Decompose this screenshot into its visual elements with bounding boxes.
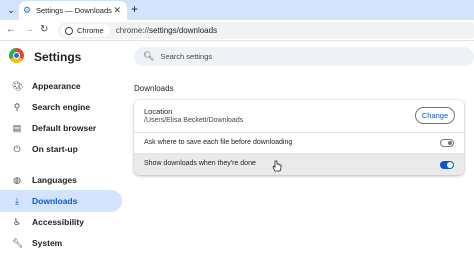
sidebar-item-label: Downloads: [32, 196, 78, 206]
back-arrow-icon[interactable]: ←: [6, 24, 16, 36]
tab-strip: ⌄ ⚙ Settings — Downloads ✕ +: [0, 0, 474, 20]
sidebar-item-system[interactable]: 🔧︎ System: [0, 232, 122, 254]
sidebar-item-label: Search engine: [32, 102, 91, 112]
section-title: Downloads: [134, 84, 174, 93]
location-path: /Users/Elisa Beckett/Downloads: [144, 117, 244, 124]
ask-where-label: Ask where to save each file before downl…: [144, 139, 293, 146]
ask-where-row[interactable]: Ask where to save each file before downl…: [134, 132, 464, 153]
site-info-label: Chrome: [77, 26, 104, 35]
forward-arrow-icon[interactable]: →: [24, 24, 34, 36]
show-when-done-row[interactable]: Show downloads when they're done: [134, 153, 464, 175]
sidebar-item-label: Languages: [32, 175, 77, 185]
search-settings-input[interactable]: 🔍︎ Search settings: [134, 47, 474, 66]
tab-settings-downloads[interactable]: ⚙ Settings — Downloads ✕: [19, 1, 127, 20]
close-icon[interactable]: ✕: [113, 5, 121, 15]
sidebar-item-search-engine[interactable]: ⚲ Search engine: [0, 96, 122, 118]
tab-title: Settings — Downloads: [36, 6, 112, 15]
search-icon: ⚲: [13, 102, 21, 112]
sidebar-item-label: Appearance: [32, 81, 81, 91]
address-bar[interactable]: Chrome chrome://settings/downloads: [58, 22, 474, 39]
show-when-done-label: Show downloads when they're done: [144, 160, 256, 167]
url-scheme: chrome://: [115, 26, 150, 35]
gear-icon: ⚙: [23, 5, 32, 15]
sidebar-item-label: On start-up: [32, 144, 78, 154]
chrome-icon: [65, 26, 73, 35]
accessibility-icon: ♿︎: [12, 217, 22, 227]
sidebar-item-on-start-up[interactable]: ⏻ On start-up: [0, 138, 122, 160]
reload-icon[interactable]: ↻: [40, 24, 48, 36]
site-info-chip[interactable]: Chrome: [61, 24, 110, 37]
sidebar-item-downloads[interactable]: ⤓ Downloads: [0, 190, 122, 212]
ask-where-toggle[interactable]: [440, 139, 454, 147]
search-icon: 🔍︎: [143, 51, 155, 61]
sidebar-item-appearance[interactable]: 🎨︎ Appearance: [0, 75, 122, 97]
browser-window-icon: ▤: [12, 123, 22, 133]
toggle-knob: [448, 141, 452, 145]
downloads-settings-card: Location /Users/Elisa Beckett/Downloads …: [134, 100, 464, 175]
tab-search-icon[interactable]: ⌄: [4, 3, 18, 17]
power-icon: ⏻: [13, 144, 21, 154]
location-label: Location: [144, 107, 173, 116]
browser-toolbar: ← → ↻ Chrome chrome://settings/downloads: [0, 20, 474, 41]
search-placeholder: Search settings: [160, 52, 213, 61]
sidebar-item-accessibility[interactable]: ♿︎ Accessibility: [0, 211, 122, 233]
toggle-knob: [447, 162, 453, 168]
download-icon: ⤓: [15, 196, 19, 206]
hand-cursor-icon: [272, 160, 282, 172]
location-row: Location /Users/Elisa Beckett/Downloads …: [134, 100, 464, 132]
sidebar-item-label: Accessibility: [32, 217, 84, 227]
sidebar-item-default-browser[interactable]: ▤ Default browser: [0, 117, 122, 139]
page-title: Settings: [34, 50, 82, 64]
url-text: chrome://settings/downloads: [116, 26, 217, 35]
url-path: settings/downloads: [149, 26, 218, 35]
show-when-done-toggle[interactable]: [440, 161, 454, 169]
change-location-button[interactable]: Change: [415, 107, 455, 124]
sidebar-item-label: Default browser: [32, 123, 97, 133]
sidebar-item-label: System: [32, 238, 63, 248]
new-tab-plus-icon[interactable]: +: [131, 3, 138, 15]
wrench-icon: 🔧︎: [12, 238, 24, 248]
chrome-logo-icon: [9, 48, 24, 63]
sidebar-item-languages[interactable]: ◍ Languages: [0, 169, 122, 191]
palette-icon: 🎨︎: [12, 81, 24, 91]
globe-icon: ◍: [13, 175, 21, 185]
